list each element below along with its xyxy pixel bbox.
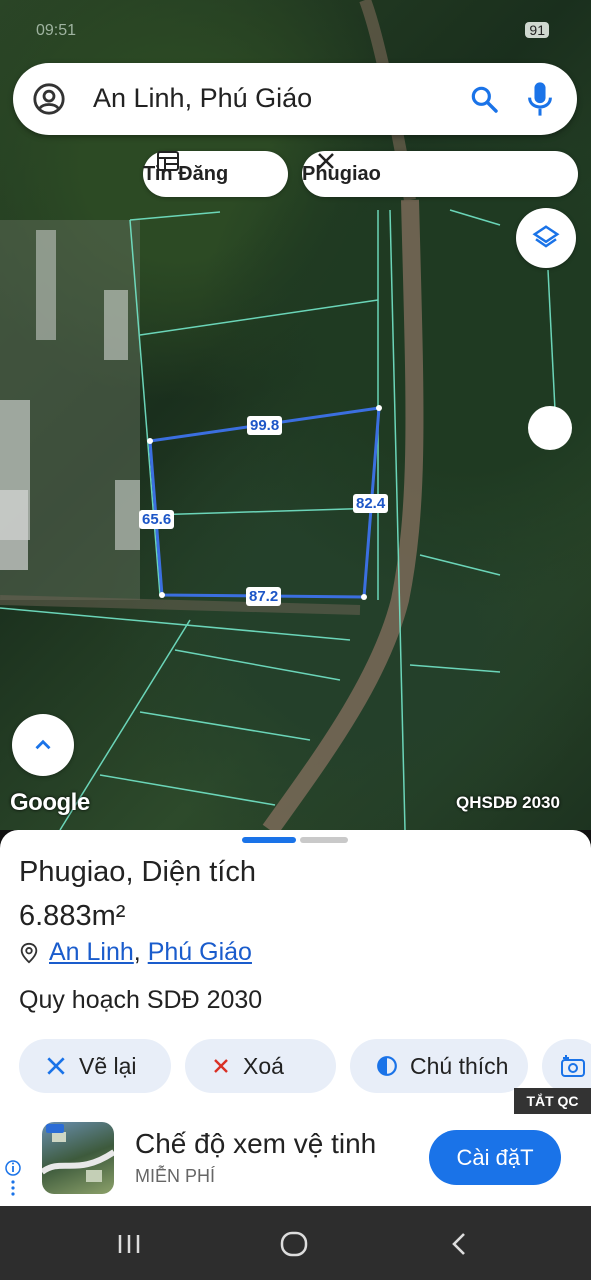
button-label: Chú thích [410, 1052, 509, 1079]
chip-phugiao[interactable]: Phugiao [302, 151, 578, 197]
parcel-name: Phugiao [19, 856, 126, 888]
ad-banner[interactable]: Chế độ xem vệ tinh MIỄN PHÍ Cài đặT [0, 1114, 591, 1206]
back-icon[interactable] [448, 1231, 470, 1257]
button-label: Vẽ lại [79, 1052, 137, 1079]
sheet-page-indicator[interactable] [300, 837, 348, 843]
status-time: 09:51 [36, 22, 77, 39]
redraw-button[interactable]: Vẽ lại [19, 1039, 171, 1093]
system-nav-bar [0, 1206, 591, 1280]
location-pin-icon [20, 942, 38, 963]
home-icon[interactable] [280, 1231, 308, 1257]
sheet-page-indicator-active[interactable] [242, 837, 296, 843]
close-ad-button[interactable]: TẮT QC [514, 1088, 591, 1114]
location-link-commune[interactable]: An Linh [49, 938, 134, 967]
search-query[interactable]: An Linh, Phú Giáo [93, 83, 312, 114]
parcel-title-suffix: , Diện tích [125, 856, 256, 888]
location-link-district[interactable]: Phú Giáo [148, 938, 252, 967]
status-bar: 09:51 91 [0, 14, 591, 50]
layer-label: QHSDĐ 2030 [456, 793, 560, 812]
ad-headline[interactable]: Chế độ xem vệ tinh [135, 1128, 376, 1160]
location-separator: , [133, 938, 148, 966]
search-icon[interactable] [468, 83, 500, 115]
planning-label: Quy hoạch SDĐ 2030 [19, 986, 263, 1014]
ad-install-button[interactable]: Cài đặT [429, 1130, 561, 1185]
ad-subtitle: MIỄN PHÍ [135, 1166, 216, 1186]
chip-label: Phugiao [302, 162, 381, 185]
add-photo-button[interactable] [542, 1039, 591, 1093]
close-icon [214, 1059, 228, 1073]
layers-button[interactable] [516, 208, 576, 268]
account-icon[interactable] [32, 82, 66, 116]
edge-measure-left: 65.6 [139, 510, 175, 529]
edge-measure-top: 99.8 [247, 416, 283, 435]
expand-button[interactable] [12, 714, 74, 776]
ruler-icon [318, 153, 334, 169]
map-view[interactable]: 99.8 65.6 82.4 87.2 09:51 91 An Linh, Ph… [0, 0, 591, 830]
opacity-slider-handle[interactable] [528, 406, 572, 450]
recent-apps-icon[interactable] [117, 1233, 141, 1255]
edge-measure-right: 82.4 [353, 494, 389, 513]
listing-icon [157, 151, 179, 171]
button-label: Xoá [243, 1052, 284, 1079]
camera-icon [561, 1055, 585, 1077]
legend-button[interactable]: Chú thích [350, 1039, 528, 1093]
parcel-area: 6.883m² [19, 900, 126, 932]
parcel-title: Phugiao, Diện tích 6.883m² [19, 850, 579, 938]
bottom-sheet: Phugiao, Diện tích 6.883m² An Linh, Phú … [0, 830, 591, 1114]
chip-label: Tin Đăng [143, 162, 229, 185]
ruler-icon [47, 1057, 65, 1075]
ad-app-icon[interactable] [42, 1122, 114, 1194]
microphone-icon[interactable] [525, 81, 555, 117]
edge-measure-bottom: 87.2 [246, 587, 282, 606]
ad-info-icon[interactable] [4, 1158, 22, 1198]
search-bar[interactable]: An Linh, Phú Giáo [13, 63, 577, 135]
google-logo: Google [10, 789, 90, 816]
battery-level: 91 [525, 22, 549, 38]
layers-icon [532, 225, 560, 248]
contrast-icon [377, 1056, 397, 1076]
chevron-up-icon [35, 739, 51, 750]
delete-button[interactable]: Xoá [185, 1039, 336, 1093]
parcel-location: An Linh, Phú Giáo [19, 938, 252, 967]
chip-tin-dang[interactable]: Tin Đăng [143, 151, 288, 197]
